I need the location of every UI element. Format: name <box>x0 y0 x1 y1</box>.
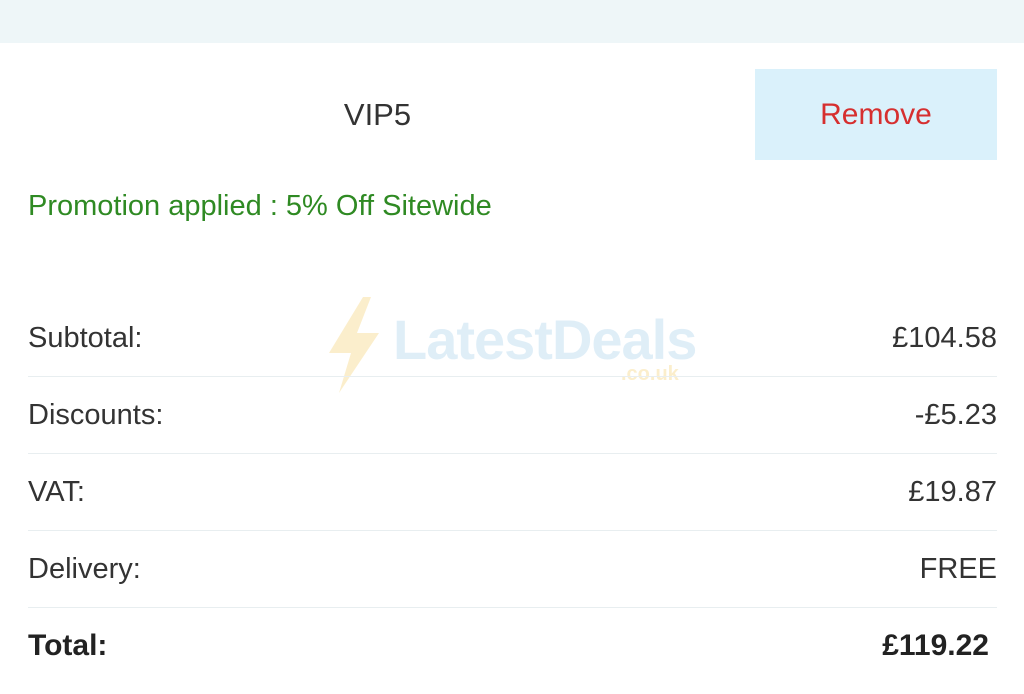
order-totals: Subtotal: £104.58 Discounts: -£5.23 VAT:… <box>28 300 997 684</box>
discounts-label: Discounts: <box>28 398 164 431</box>
delivery-value: FREE <box>919 552 997 585</box>
subtotal-row: Subtotal: £104.58 <box>28 300 997 377</box>
discounts-value: -£5.23 <box>914 398 997 431</box>
total-label: Total: <box>28 629 108 662</box>
vat-row: VAT: £19.87 <box>28 454 997 531</box>
vat-label: VAT: <box>28 475 85 508</box>
promo-code-value: VIP5 <box>343 96 412 132</box>
remove-promo-button[interactable]: Remove <box>755 69 997 160</box>
top-band <box>0 0 1024 43</box>
total-value: £119.22 <box>882 629 989 662</box>
subtotal-value: £104.58 <box>892 321 997 354</box>
checkout-summary: VIP5 Remove Promotion applied : 5% Off S… <box>0 0 1024 694</box>
total-row: Total: £119.22 <box>28 608 997 684</box>
promo-applied-message: Promotion applied : 5% Off Sitewide <box>28 190 492 222</box>
subtotal-label: Subtotal: <box>28 321 143 354</box>
vat-value: £19.87 <box>908 475 997 508</box>
delivery-row: Delivery: FREE <box>28 531 997 608</box>
delivery-label: Delivery: <box>28 552 141 585</box>
promo-code-row: VIP5 Remove <box>0 69 1024 160</box>
discounts-row: Discounts: -£5.23 <box>28 377 997 454</box>
